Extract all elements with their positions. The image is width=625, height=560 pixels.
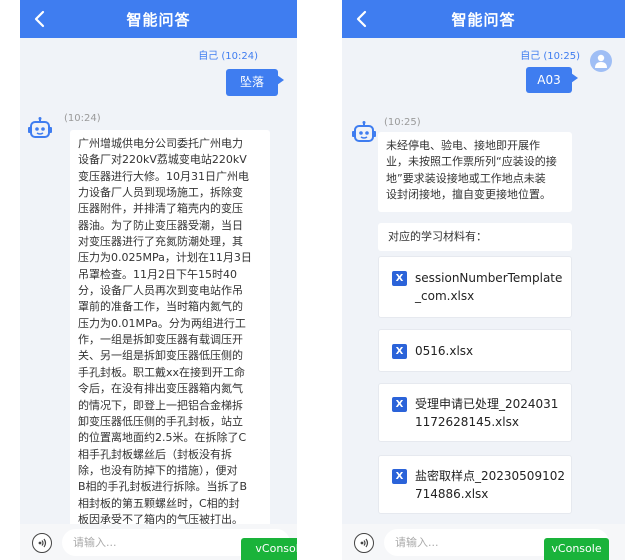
bot-message-line: 压力为0.025MPa，计划在11月3日: [78, 251, 252, 265]
bot-message-line: 的位置离地面约2.5米。在拆除了C: [78, 431, 247, 445]
file-card[interactable]: X 受理申请已处理_20240311172628145.xlsx: [378, 383, 572, 442]
bot-message-line: 关、另一组是拆卸变压器低压侧的: [78, 349, 243, 363]
bot-message-line: B相的手孔封板进行拆除。当拆了B: [78, 480, 248, 494]
bot-message-line: 地”要求装设接地或工作地点未装: [386, 171, 546, 185]
bot-message-line: 罩前的准备工作，当时箱内氮气的: [78, 300, 243, 314]
bot-message-line: 设备厂对220kV荔城变电站220kV: [78, 153, 247, 167]
bot-message-line: 设封闭接地，擅自变更接地位置。: [386, 188, 551, 202]
vconsole-button[interactable]: vConsole: [544, 538, 609, 560]
bot-message-line: 相手孔封板螺丝后（封板没有拆: [78, 447, 232, 461]
voice-icon[interactable]: [32, 533, 52, 553]
bot-message-time: (10:24): [64, 113, 101, 124]
bot-message-line: 未经停电、验电、接地即开展作: [386, 139, 540, 152]
file-name: 受理申请已处理_20240311172628145.xlsx: [415, 397, 559, 429]
user-message-bubble: A03: [526, 67, 578, 93]
bot-message-line: 压力为0.01MPa。分为两组进行工: [78, 316, 246, 330]
bot-message-line: 令后，在没有排出变压器箱内氮气: [78, 382, 243, 396]
vconsole-button[interactable]: vConsole: [241, 538, 297, 560]
bot-message-time: (10:25): [384, 117, 421, 128]
bot-message-line: 的情况下，即登上一把铝合金梯拆: [78, 398, 243, 412]
bot-message-line: 作，一组是拆卸变压器有载调压开: [78, 333, 243, 347]
user-message-meta: 自己 (10:24): [198, 51, 258, 62]
bot-message-line: 器油。为了防止变压器受潮，当日: [78, 218, 243, 232]
header: 智能问答: [20, 0, 297, 38]
bot-message-bubble: 广州增城供电分公司委托广州电力 设备厂对220kV荔城变电站220kV 变压器进行大…: [70, 130, 270, 530]
robot-icon: [352, 121, 376, 142]
bot-message-line: 广州增城供电分公司委托广州电力: [78, 137, 243, 150]
file-name: sessionNumberTemplate_com.xlsx: [415, 271, 563, 303]
chat-panel-left: 智能问答 自己 (10:24) 坠落 (10:24) 广州增城供电分公司委托广州…: [20, 0, 297, 560]
bot-message-line: 力设备厂人员到现场施工，拆除变: [78, 186, 243, 200]
header: 智能问答: [342, 0, 625, 38]
bot-message-line: 分，设备厂人员再次到变电站作吊: [78, 284, 243, 298]
file-card[interactable]: X 0516.xlsx: [378, 329, 572, 372]
bot-message-bubble: 未经停电、验电、接地即开展作业，未按照工作票所列“应装设的接 地”要求装设接地或工…: [378, 132, 572, 212]
bot-message-line: 除，也没有防掉下的措施），便对: [78, 463, 238, 477]
bot-message-line: 变压器进行大修。10月31日广州电: [78, 169, 249, 183]
excel-file-icon: X: [392, 469, 407, 484]
user-avatar-icon: [590, 50, 612, 72]
file-card[interactable]: X 盐密取样点_20230509102714886.xlsx: [378, 455, 572, 514]
robot-icon: [28, 117, 52, 138]
file-name: 盐密取样点_20230509102714886.xlsx: [415, 469, 565, 501]
user-message-meta: 自己 (10:25): [520, 51, 580, 62]
bot-message-line: 业，未按照工作票所列“应装设的接: [386, 155, 557, 169]
study-materials-label: 对应的学习材料有：: [378, 223, 572, 251]
excel-file-icon: X: [392, 344, 407, 359]
excel-file-icon: X: [392, 397, 407, 412]
chat-panel-right: 智能问答 自己 (10:25) A03 (10:25) 未经停电、验电、接地即开…: [342, 0, 625, 560]
page-title: 智能问答: [451, 11, 516, 29]
bot-message-line: 对变压器进行了充氮防潮处理，其: [78, 235, 243, 249]
excel-file-icon: X: [392, 271, 407, 286]
user-message-bubble: 坠落: [226, 69, 284, 96]
page-title: 智能问答: [126, 11, 191, 29]
bot-message-line: 卸变压器低压侧的手孔封板，站立: [78, 414, 243, 428]
bot-message-line: 吊罩检查。11月2日下午15时40: [78, 267, 237, 281]
bot-message-line: 相封板的第五颗螺丝时，C相的封: [78, 496, 240, 510]
bot-message-line: 压器附件，并排清了箱壳内的变压: [78, 202, 243, 216]
file-name: 0516.xlsx: [415, 344, 474, 358]
file-card[interactable]: X sessionNumberTemplate_com.xlsx: [378, 256, 572, 318]
voice-icon[interactable]: [354, 533, 374, 553]
bot-message-line: 手孔封板。职工戴xx在接到开工命: [78, 365, 246, 379]
